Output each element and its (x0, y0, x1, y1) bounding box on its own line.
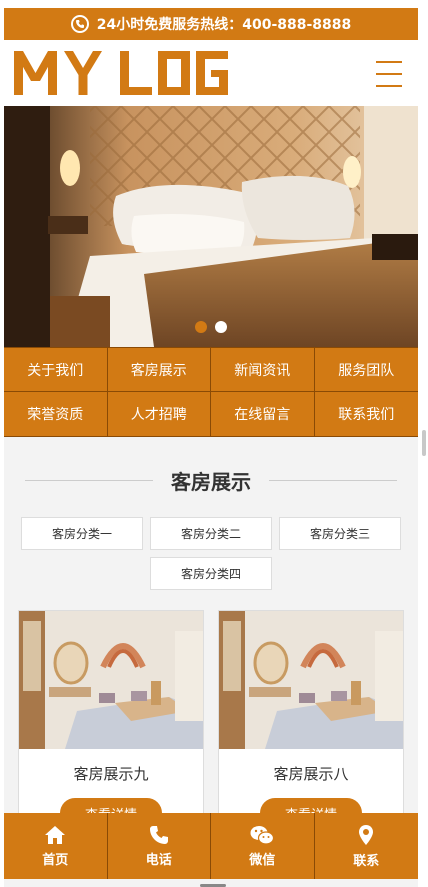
nav-item-message[interactable]: 在线留言 (211, 392, 315, 436)
hotline-bar[interactable]: 24小时免费服务热线：400-888-8888 (4, 8, 418, 40)
logo[interactable] (14, 51, 238, 99)
category-tab[interactable]: 客房分类二 (150, 517, 272, 550)
hero-banner[interactable] (4, 106, 418, 347)
nav-item-about[interactable]: 关于我们 (4, 348, 108, 392)
divider (25, 479, 153, 481)
hotline-text: 24小时免费服务热线：400-888-8888 (96, 17, 352, 33)
hamburger-icon[interactable] (376, 61, 402, 87)
room-thumbnail[interactable] (219, 611, 403, 749)
room-title[interactable]: 客房展示九 (19, 763, 203, 784)
category-tab[interactable]: 客房分类三 (279, 517, 401, 550)
tab-label: 电话 (145, 852, 172, 868)
category-tab[interactable]: 客房分类四 (150, 557, 272, 590)
location-pin-icon (359, 824, 374, 845)
bedroom-photo (4, 106, 418, 347)
room-title[interactable]: 客房展示八 (219, 763, 403, 784)
tab-phone[interactable]: 电话 (108, 813, 211, 879)
nav-item-team[interactable]: 服务团队 (314, 348, 418, 392)
phone-icon (70, 15, 89, 33)
site-header (4, 40, 418, 106)
home-icon (45, 825, 66, 844)
category-tab[interactable]: 客房分类一 (21, 517, 143, 550)
logo-mark (14, 51, 228, 95)
divider (269, 479, 397, 481)
room-list: 客房展示九 查看详情 客房展 (18, 610, 404, 840)
bottom-tab-bar: 首页 电话 微信 联系 (4, 813, 418, 879)
nav-item-contact[interactable]: 联系我们 (315, 392, 419, 436)
section-header: 客房展示 (4, 463, 418, 497)
slider-dot[interactable] (195, 321, 207, 333)
page: 24小时免费服务热线：400-888-8888 关于我们 客房展示 新闻资讯 服… (4, 8, 418, 887)
phone-icon (149, 825, 168, 844)
room-card[interactable]: 客房展示九 查看详情 (18, 610, 204, 840)
nav-item-rooms[interactable]: 客房展示 (107, 348, 211, 392)
scrollbar[interactable] (422, 430, 426, 456)
nav-item-honors[interactable]: 荣誉资质 (4, 392, 108, 436)
nav-item-news[interactable]: 新闻资讯 (211, 348, 315, 392)
nav-item-careers[interactable]: 人才招聘 (108, 392, 211, 436)
room-thumbnail[interactable] (19, 611, 203, 749)
tab-wechat[interactable]: 微信 (211, 813, 315, 879)
tab-label: 微信 (249, 852, 276, 868)
tab-home[interactable]: 首页 (4, 813, 108, 879)
tab-label: 联系 (353, 853, 380, 869)
slider-dot[interactable] (215, 321, 227, 333)
tab-contact[interactable]: 联系 (315, 813, 419, 879)
section-title: 客房展示 (171, 469, 251, 494)
wechat-icon (250, 825, 275, 845)
main-nav: 关于我们 客房展示 新闻资讯 服务团队 荣誉资质 人才招聘 在线留言 联系我们 (4, 347, 418, 437)
room-card[interactable]: 客房展示八 查看详情 (218, 610, 404, 840)
slider-dots (4, 321, 418, 333)
category-tabs: 客房分类一 客房分类二 客房分类三 客房分类四 (18, 517, 404, 590)
tab-label: 首页 (42, 852, 69, 868)
